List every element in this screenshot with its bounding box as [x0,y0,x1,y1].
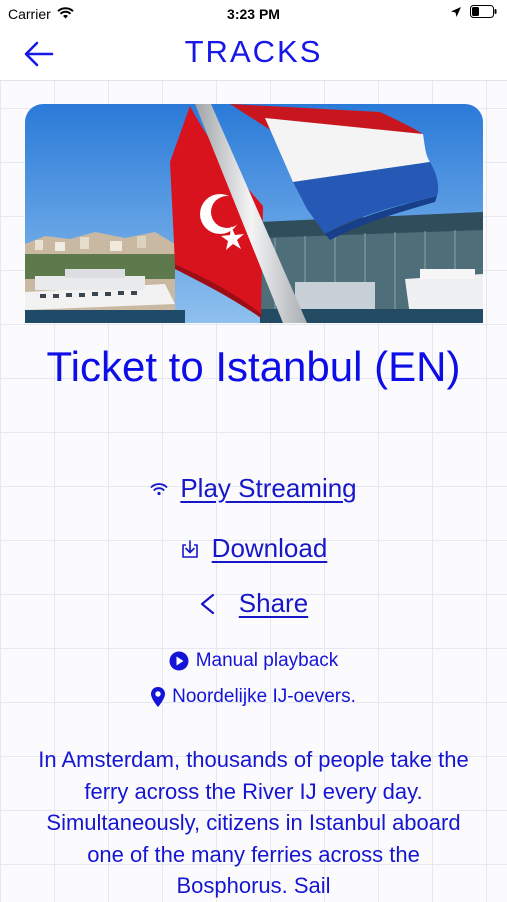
navigation-bar: TRACKS [0,28,507,81]
track-location: Noordelijke IJ-oevers. [0,686,507,708]
location-label: Noordelijke IJ-oevers. [172,686,356,707]
status-bar: Carrier 3:23 PM [0,0,507,28]
play-streaming-link[interactable]: Play Streaming [0,473,507,504]
play-streaming-label: Play Streaming [180,473,357,503]
download-icon [181,539,198,558]
page-title: TRACKS [184,34,323,69]
location-arrow-icon [450,5,462,21]
battery-icon [470,5,497,21]
track-cover-image [25,104,483,323]
track-description: In Amsterdam, thousands of people take t… [38,747,469,898]
share-link[interactable]: Share [0,588,507,619]
track-title: Ticket to Istanbul (EN) [46,343,461,390]
play-circle-icon [169,651,189,671]
map-pin-icon [151,687,166,707]
download-label: Download [211,533,328,563]
status-right [450,5,497,21]
wifi-icon [150,482,168,495]
share-icon [200,593,214,614]
share-label: Share [238,588,309,618]
download-link[interactable]: Download [0,533,507,564]
status-time: 3:23 PM [227,6,280,22]
playback-mode-label: Manual playback [195,650,339,671]
playback-mode: Manual playback [0,650,507,672]
